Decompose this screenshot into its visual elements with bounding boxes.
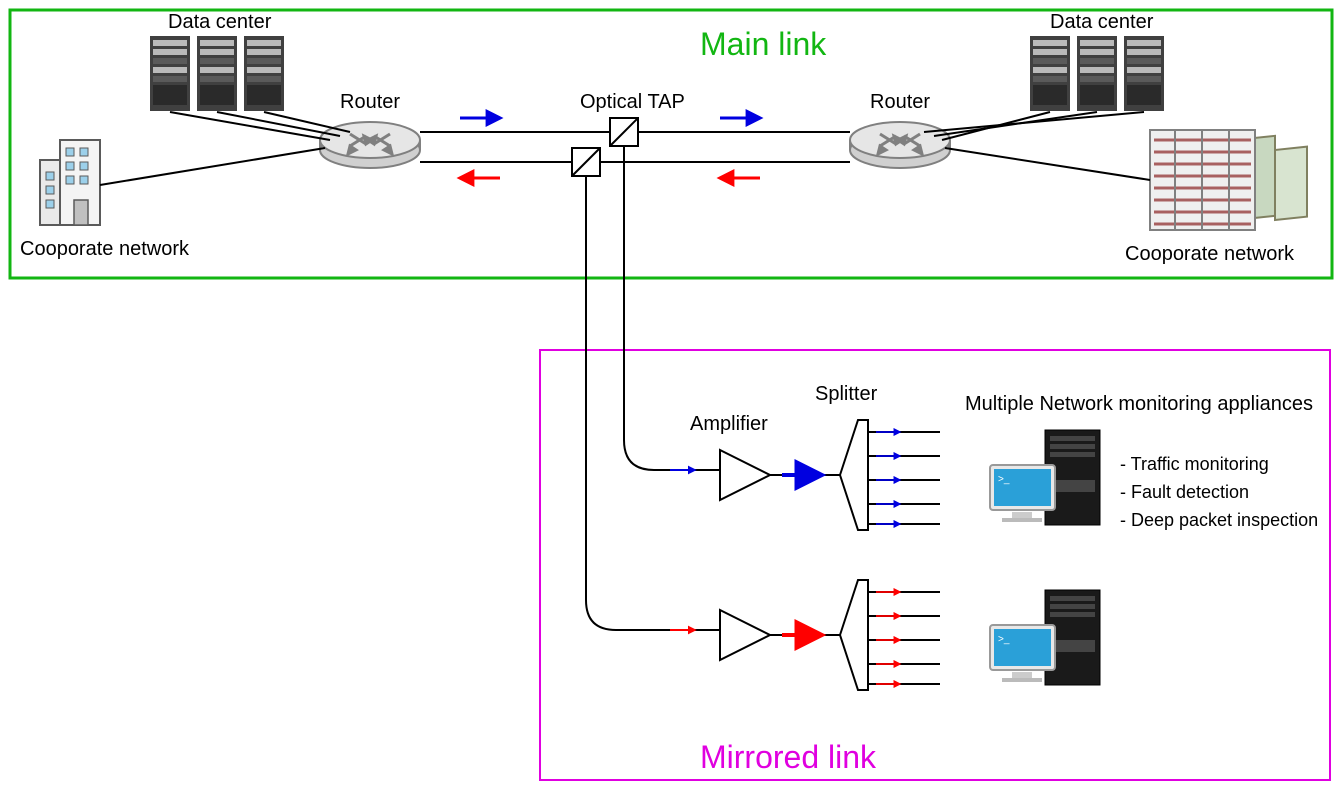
optical-tap-label: Optical TAP: [580, 91, 685, 113]
optical-tap-bottom: [572, 148, 600, 176]
appliance-upper: >_: [990, 430, 1100, 525]
splitter-label: Splitter: [815, 383, 878, 405]
corporate-buildings-right: [1150, 130, 1307, 230]
svg-text:>_: >_: [998, 634, 1010, 645]
main-link-title: Main link: [700, 26, 827, 62]
appliance-lower: >_: [990, 590, 1100, 685]
amplifier-blue: [720, 450, 770, 500]
splitter-blue-arrows: [876, 432, 900, 524]
mirrored-link-title: Mirrored link: [700, 739, 877, 775]
router-left-label: Router: [340, 91, 400, 113]
router-right: [850, 122, 950, 168]
amplifier-red: [720, 610, 770, 660]
diagram-svg: Main link Mirrored link Cooporate networ…: [0, 0, 1342, 792]
splitter-blue-outputs: [868, 432, 940, 524]
splitter-blue: [840, 420, 868, 530]
optical-tap-top: [610, 118, 638, 146]
svg-text:>_: >_: [998, 474, 1010, 485]
router-right-label: Router: [870, 91, 930, 113]
diagram: { "sections": { "main_link": { "title": …: [0, 0, 1342, 792]
splitter-red-outputs: [868, 592, 940, 684]
monitoring-title: Multiple Network monitoring appliances: [965, 393, 1313, 415]
server-racks-right: [1030, 36, 1164, 111]
splitter-red: [840, 580, 868, 690]
amplifier-label: Amplifier: [690, 413, 768, 435]
right-fanout: [924, 112, 1150, 180]
bullet-2: - Fault detection: [1120, 482, 1249, 502]
tap-drop-red: [586, 176, 720, 630]
server-racks-left: [150, 36, 284, 111]
left-fanout: [100, 112, 350, 185]
corporate-left-label: Cooporate network: [20, 238, 190, 260]
corporate-building-left: [40, 140, 100, 225]
data-center-right-label: Data center: [1050, 11, 1154, 33]
corporate-right-label: Cooporate network: [1125, 243, 1295, 265]
data-center-left-label: Data center: [168, 11, 272, 33]
bullet-3: - Deep packet inspection: [1120, 510, 1318, 530]
splitter-red-arrows: [876, 592, 900, 684]
bullet-1: - Traffic monitoring: [1120, 454, 1269, 474]
